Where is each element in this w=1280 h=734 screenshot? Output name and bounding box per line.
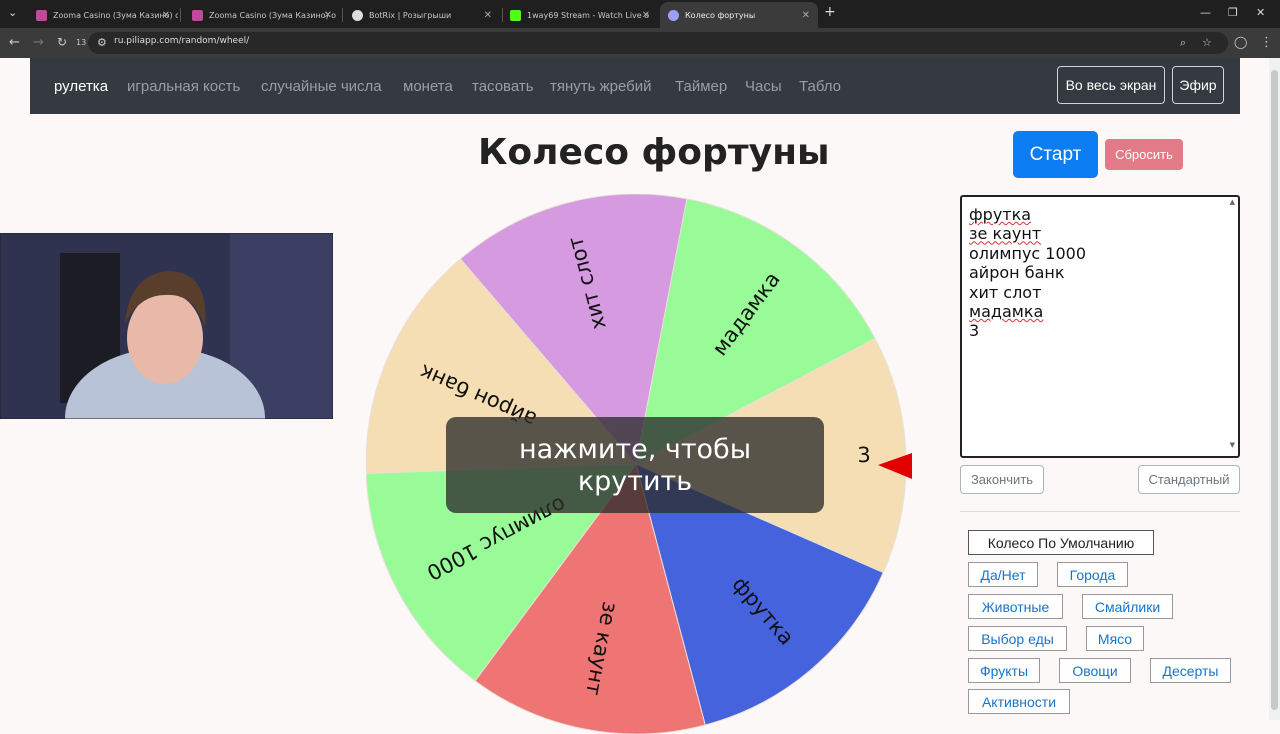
profile-icon[interactable]: ◯	[1234, 35, 1247, 49]
forward-icon[interactable]: →	[33, 35, 44, 50]
spin-overlay[interactable]: нажмите, чтобы крутить	[446, 417, 824, 513]
favicon-icon	[510, 9, 521, 21]
preset-default-wheel[interactable]: Колесо По Умолчанию	[968, 530, 1154, 555]
browser-tab-4[interactable]: 1way69 Stream - Watch Live o ✕	[502, 2, 658, 28]
tab-divider	[180, 8, 181, 22]
url-bar[interactable]: ⚙ ru.piliapp.com/random/wheel/ ⌕ ☆	[88, 32, 1228, 54]
tab-count-badge: 13	[76, 38, 87, 47]
minimize-icon[interactable]: —	[1200, 6, 1211, 19]
nav-link-coin[interactable]: монета	[403, 78, 453, 95]
entry-line: фрутка	[969, 205, 1032, 224]
page-title: Колесо фортуны	[478, 132, 830, 173]
site-info-icon[interactable]: ⚙	[97, 36, 107, 49]
tab-title: Zooma Casino (Зума Казино) о	[209, 10, 337, 20]
overlay-text-line-1: нажмите, чтобы	[518, 434, 752, 465]
preset-yes-no[interactable]: Да/Нет	[968, 562, 1038, 587]
nav-link-timer[interactable]: Таймер	[675, 78, 727, 95]
nav-link-clock[interactable]: Часы	[745, 78, 782, 95]
restore-icon[interactable]: ❐	[1228, 6, 1238, 19]
nav-link-roulette[interactable]: рулетка	[54, 78, 108, 95]
close-icon[interactable]: ✕	[162, 10, 170, 21]
entry-line: хит слот	[969, 282, 1042, 302]
preset-activities[interactable]: Активности	[968, 689, 1070, 714]
browser-tab-bar: ⌄ Zooma Casino (Зума Казино) о ✕ Zooma C…	[0, 0, 1280, 28]
preset-meat[interactable]: Мясо	[1086, 626, 1144, 651]
tab-title: BotRix | Розыгрыши	[369, 10, 452, 20]
browser-tab-3[interactable]: BotRix | Розыгрыши ✕	[344, 2, 500, 28]
page-scrollbar[interactable]	[1269, 58, 1280, 720]
wheel-pointer-icon	[878, 453, 912, 479]
entry-line: мадамка	[969, 302, 1044, 322]
nav-link-random-numbers[interactable]: случайные числа	[261, 78, 382, 95]
nav-link-dice[interactable]: игральная кость	[127, 78, 240, 95]
nav-link-scoreboard[interactable]: Табло	[799, 78, 841, 95]
browser-toolbar: ← → ↻ 13 ⚙ ru.piliapp.com/random/wheel/ …	[0, 28, 1280, 58]
scroll-down-icon[interactable]: ▼	[1230, 441, 1235, 449]
reload-icon[interactable]: ↻	[57, 35, 67, 49]
webcam-overlay	[0, 233, 333, 419]
browser-tab-2[interactable]: Zooma Casino (Зума Казино) о ✕	[184, 2, 340, 28]
favicon-icon	[668, 9, 679, 21]
live-button[interactable]: Эфир	[1172, 66, 1224, 104]
overlay-text-line-2: крутить	[577, 466, 693, 497]
site-navbar: рулетка игральная кость случайные числа …	[30, 58, 1240, 114]
finish-button[interactable]: Закончить	[960, 465, 1044, 494]
tab-title: Колесо фортуны	[685, 10, 756, 20]
preset-animals[interactable]: Животные	[968, 594, 1063, 619]
start-button[interactable]: Старт	[1013, 131, 1098, 178]
default-button[interactable]: Стандартный	[1138, 465, 1240, 494]
preset-emoji[interactable]: Смайлики	[1082, 594, 1173, 619]
tab-title: 1way69 Stream - Watch Live o	[527, 10, 650, 20]
divider	[960, 511, 1240, 512]
zoom-icon[interactable]: ⌕	[1180, 36, 1186, 50]
webcam-person-image	[0, 233, 333, 419]
fullscreen-button[interactable]: Во весь экран	[1057, 66, 1165, 104]
scroll-up-icon[interactable]: ▲	[1230, 198, 1235, 206]
entry-line: 3	[969, 321, 980, 341]
browser-tab-5-active[interactable]: Колесо фортуны ✕	[660, 2, 818, 28]
wheel-segment-label: 3	[857, 443, 871, 467]
preset-cities[interactable]: Города	[1057, 562, 1128, 587]
favicon-icon	[192, 9, 203, 21]
url-text: ru.piliapp.com/random/wheel/	[114, 36, 250, 46]
close-icon[interactable]: ✕	[642, 10, 650, 21]
entry-line: олимпус 1000	[969, 243, 1087, 263]
entry-line: зе каунт	[969, 224, 1042, 244]
entry-line: айрон банк	[969, 263, 1065, 283]
nav-link-draw-lots[interactable]: тянуть жребий	[550, 78, 652, 95]
reset-button[interactable]: Сбросить	[1105, 139, 1183, 170]
close-icon[interactable]: ✕	[324, 10, 332, 21]
window-close-icon[interactable]: ✕	[1256, 6, 1265, 19]
back-icon[interactable]: ←	[9, 35, 20, 50]
preset-fruits[interactable]: Фрукты	[968, 658, 1040, 683]
nav-link-shuffle[interactable]: тасовать	[472, 78, 534, 95]
favicon-icon	[36, 9, 47, 21]
close-icon[interactable]: ✕	[484, 10, 492, 21]
close-icon[interactable]: ✕	[802, 10, 810, 21]
entries-textarea[interactable]: фрутка зе каунт олимпус 1000 айрон банк …	[960, 195, 1240, 458]
bookmark-star-icon[interactable]: ☆	[1202, 36, 1212, 49]
preset-food-choice[interactable]: Выбор еды	[968, 626, 1067, 651]
tab-divider	[342, 8, 343, 22]
menu-icon[interactable]: ⋮	[1260, 35, 1273, 50]
favicon-icon	[352, 9, 363, 21]
tab-search-icon[interactable]: ⌄	[8, 6, 17, 19]
browser-tab-1[interactable]: Zooma Casino (Зума Казино) о ✕	[28, 2, 178, 28]
preset-vegetables[interactable]: Овощи	[1059, 658, 1131, 683]
scrollbar-thumb[interactable]	[1271, 70, 1278, 710]
new-tab-icon[interactable]: +	[824, 4, 836, 20]
preset-desserts[interactable]: Десерты	[1150, 658, 1231, 683]
tab-title: Zooma Casino (Зума Казино) о	[53, 10, 178, 20]
